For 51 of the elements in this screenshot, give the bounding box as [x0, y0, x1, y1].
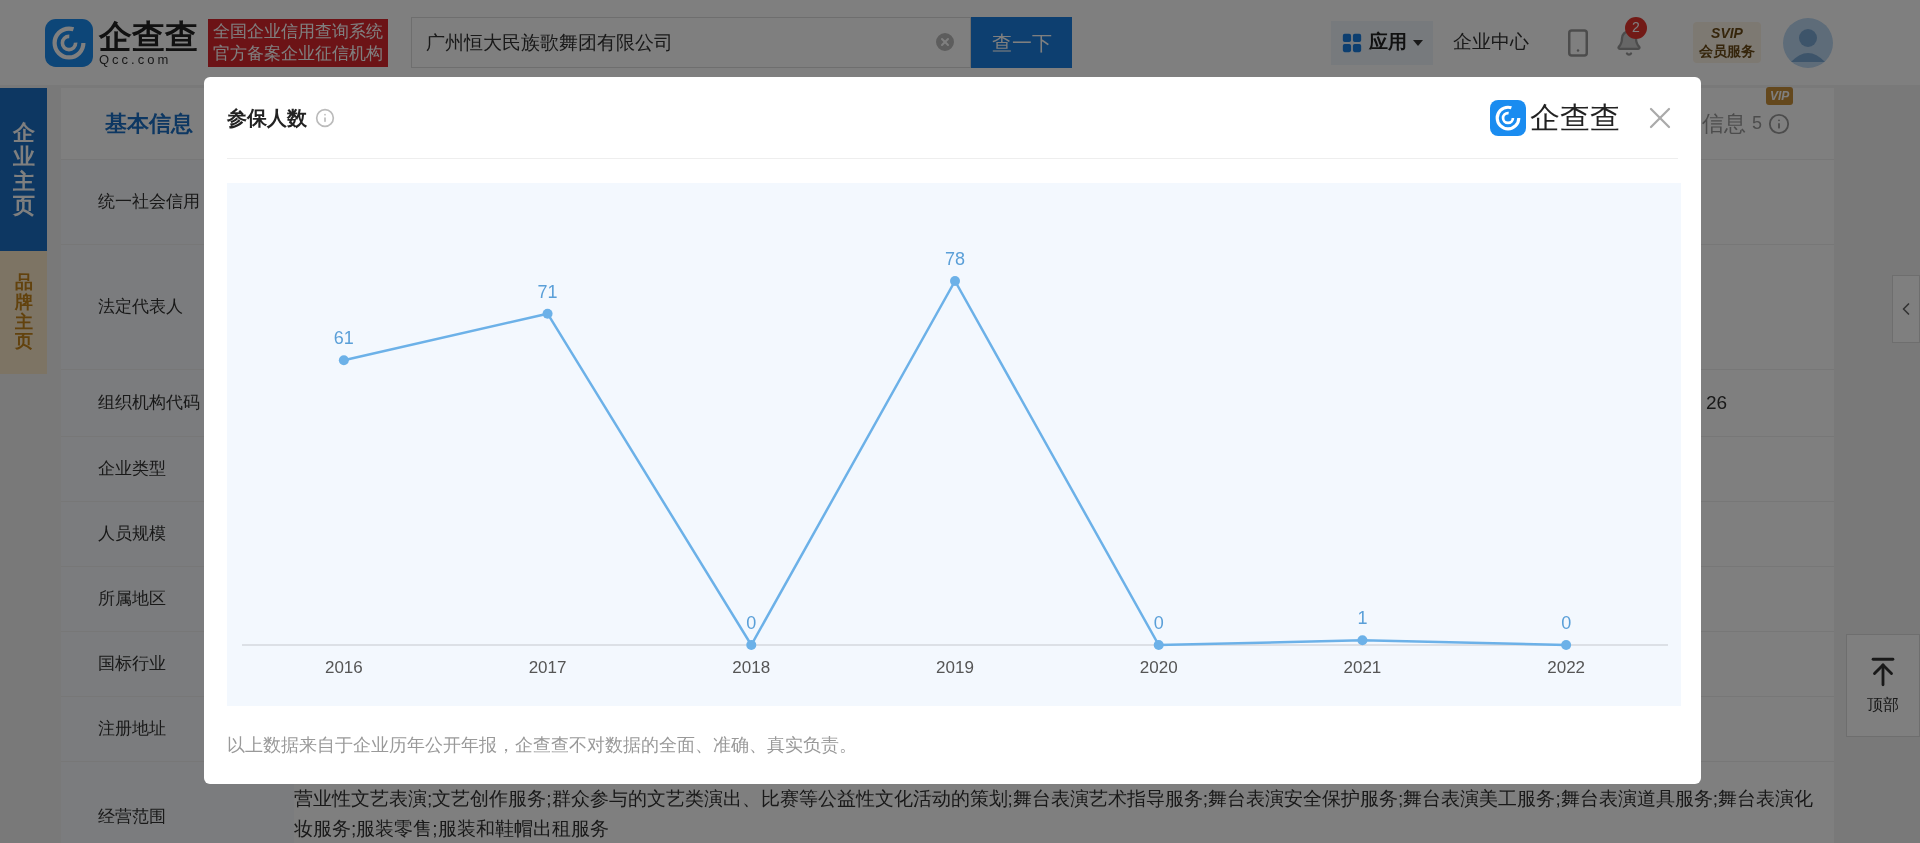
logo-icon: [45, 18, 93, 67]
section-tab[interactable]: 基本信息: [105, 107, 193, 140]
member-service-label: 会员服务: [1699, 42, 1755, 60]
logo-domain: Qcc.com: [99, 52, 173, 66]
back-to-top-button[interactable]: 顶部: [1846, 634, 1920, 737]
field-value: 营业性文艺表演;文艺创作服务;群众参与的文艺类演出、比赛等公益性文化活动的策划;舞台表演艺术指导服务;舞台表演安全保护服务;舞台表演美工服务;舞台表演道具服务;舞台表演化妆服务;服装零售;服装和鞋帽出租服务: [294, 787, 1814, 841]
side-tab[interactable]: 企业主页: [0, 88, 47, 251]
apps-button[interactable]: 应用: [1331, 20, 1433, 65]
data-label: 61: [333, 328, 354, 349]
grid-icon: [1341, 31, 1363, 54]
caret-icon: [1413, 39, 1423, 46]
side-tab[interactable]: 品牌主页: [0, 251, 47, 374]
badge-line: 官方备案企业征信机构: [213, 42, 383, 65]
x-tick-label: 2020: [1139, 658, 1178, 677]
data-point: [746, 640, 757, 650]
data-point: [950, 276, 960, 286]
search-field[interactable]: 广州恒大民族歌舞团有限公司: [411, 17, 971, 68]
svip-label: SVIP: [1711, 25, 1743, 43]
dialog-title: 参保人数: [227, 105, 307, 131]
data-label: 0: [1153, 613, 1164, 633]
field-label: 经营范围: [61, 762, 294, 843]
data-point: [338, 355, 349, 366]
field-value: 26: [1706, 390, 1728, 415]
info-icon[interactable]: [315, 107, 335, 128]
data-point: [1357, 635, 1368, 646]
data-point: [1153, 640, 1164, 650]
x-tick-label: 2021: [1343, 658, 1382, 677]
logo-text: 企查查: [99, 19, 198, 53]
data-label: 1: [1357, 608, 1368, 629]
notification-badge: 2: [1625, 16, 1647, 39]
x-tick-label: 2016: [324, 658, 363, 677]
info-icon: [1768, 112, 1790, 135]
data-point: [1561, 640, 1572, 650]
badge-line: 全国企业信用查询系统: [213, 20, 383, 43]
x-tick-label: 2022: [1547, 658, 1586, 677]
collapse-tab[interactable]: [1892, 275, 1920, 343]
logo-text: 企查查: [1530, 100, 1620, 136]
svip-button[interactable]: SVIP 会员服务: [1693, 22, 1761, 63]
x-tick-label: 2017: [528, 658, 567, 677]
avatar[interactable]: [1783, 17, 1833, 68]
data-label: 0: [746, 613, 757, 633]
data-point: [542, 308, 553, 319]
logo-icon: [1490, 99, 1526, 136]
enterprise-center-link[interactable]: 企业中心: [1453, 28, 1529, 57]
data-label: 0: [1561, 613, 1572, 633]
data-label: 78: [945, 249, 965, 269]
x-tick-label: 2018: [732, 658, 771, 677]
data-label: 71: [537, 281, 558, 302]
x-tick-label: 2019: [936, 658, 974, 677]
vip-badge: VIP: [1766, 87, 1794, 105]
search-button[interactable]: 查一下: [971, 17, 1072, 68]
